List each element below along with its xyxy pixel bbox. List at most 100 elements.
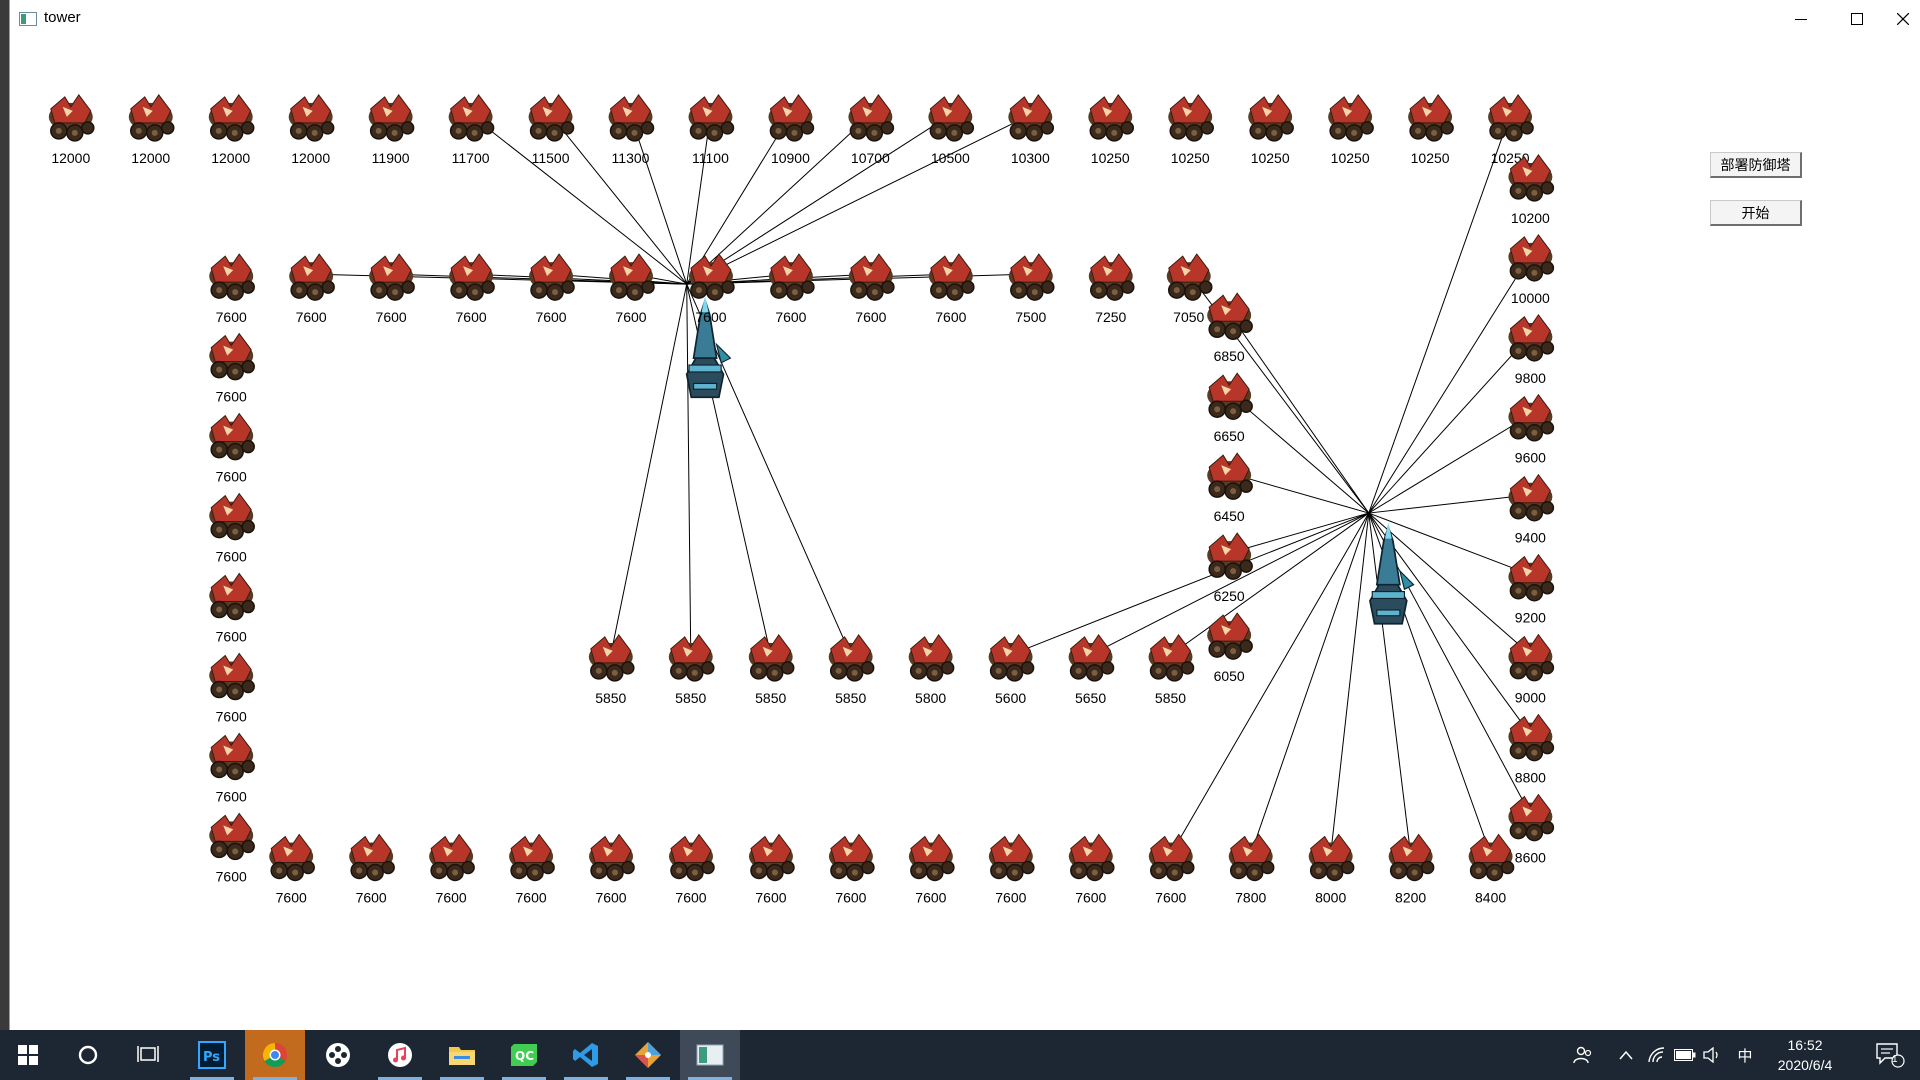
monster-hp-label: 10200 xyxy=(1511,210,1550,226)
monster: 7050 xyxy=(1166,253,1213,325)
attack-line xyxy=(1229,512,1369,554)
monster-hp-label: 9000 xyxy=(1515,690,1546,706)
monster-hp-label: 7600 xyxy=(595,889,626,905)
monster: 11500 xyxy=(527,94,575,166)
taskbar-app-vscode[interactable] xyxy=(556,1030,616,1080)
monster-hp-label: 11100 xyxy=(692,150,729,166)
taskbar-app-photoshop[interactable]: Ps xyxy=(182,1030,242,1080)
taskbar-app-tower[interactable] xyxy=(680,1030,740,1080)
start-button[interactable]: 开始 xyxy=(1710,200,1802,226)
attack-line xyxy=(550,114,688,285)
monster: 7600 xyxy=(768,253,815,325)
taskbar-app-media-player[interactable] xyxy=(308,1030,368,1080)
monster-hp-label: 11500 xyxy=(532,150,570,166)
monster-hp-label: 10250 xyxy=(1171,150,1210,166)
monster: 10250 xyxy=(1247,94,1294,166)
towers-layer xyxy=(685,295,1415,625)
monster-hp-label: 11300 xyxy=(612,150,650,166)
monster-hp-label: 7050 xyxy=(1173,309,1204,325)
monster: 10250 xyxy=(1087,94,1135,166)
attack-line xyxy=(1368,114,1511,514)
monster-hp-label: 7600 xyxy=(755,889,786,905)
monster: 7600 xyxy=(908,833,955,905)
monster: 9400 xyxy=(1507,473,1555,546)
monster-hp-label: 7600 xyxy=(915,889,946,905)
monster-hp-label: 5850 xyxy=(835,690,866,706)
monster: 7600 xyxy=(268,833,315,905)
monster-hp-label: 5850 xyxy=(595,690,626,706)
minimize-icon xyxy=(1795,19,1807,20)
start-menu-button[interactable] xyxy=(0,1030,55,1080)
monster: 7600 xyxy=(208,812,255,884)
tray-volume[interactable] xyxy=(1700,1030,1724,1080)
monster: 8800 xyxy=(1507,713,1555,786)
taskbar-app-qt-creator[interactable]: QC xyxy=(494,1030,554,1080)
deploy-tower-button[interactable]: 部署防御塔 xyxy=(1710,152,1802,178)
monster: 7600 xyxy=(608,253,655,325)
monster-hp-label: 12000 xyxy=(291,150,330,166)
tray-clock[interactable]: 16:52 2020/6/4 xyxy=(1760,1035,1850,1075)
monster: 10200 xyxy=(1507,154,1555,226)
monster-hp-label: 9400 xyxy=(1515,530,1546,546)
attack-line xyxy=(1368,494,1531,514)
monster-hp-label: 8800 xyxy=(1515,770,1546,786)
tray-network[interactable] xyxy=(1645,1030,1669,1080)
maximize-button[interactable] xyxy=(1829,0,1885,38)
monster: 10900 xyxy=(767,94,815,166)
app-window: tower 12000 12000 12000 12000 11900 1170… xyxy=(9,0,1920,1030)
monster-hp-label: 10250 xyxy=(1411,150,1450,166)
monster: 6850 xyxy=(1206,292,1253,364)
task-view-icon xyxy=(137,1046,159,1062)
taskbar-app-file-explorer[interactable] xyxy=(432,1030,492,1080)
monster: 6050 xyxy=(1206,612,1253,684)
monster: 7600 xyxy=(848,253,895,325)
monster: 5850 xyxy=(747,634,795,706)
monster: 7600 xyxy=(208,332,255,405)
taskbar: Ps QC 中 16:52 2020/6/4 1 xyxy=(0,1030,1920,1080)
monster: 10250 xyxy=(1167,94,1214,166)
monster: 5650 xyxy=(1067,634,1115,706)
taskbar-app-git-tool[interactable] xyxy=(618,1030,678,1080)
monster: 7600 xyxy=(428,833,475,905)
monster-hp-label: 5600 xyxy=(995,690,1026,706)
monster-hp-label: 8200 xyxy=(1395,889,1426,905)
task-view-button[interactable] xyxy=(118,1030,178,1080)
monster: 7600 xyxy=(828,833,875,905)
taskbar-app-chrome[interactable] xyxy=(245,1030,305,1080)
search-button[interactable] xyxy=(58,1030,118,1080)
monster-hp-label: 10250 xyxy=(1091,150,1130,166)
monster: 11100 xyxy=(687,94,735,166)
monster: 10500 xyxy=(927,94,975,166)
monster-hp-label: 7600 xyxy=(276,889,307,905)
tray-ime[interactable]: 中 xyxy=(1733,1030,1757,1080)
monster: 8000 xyxy=(1307,833,1355,905)
monster-hp-label: 7600 xyxy=(675,889,706,905)
monster-hp-label: 7600 xyxy=(695,309,726,325)
close-icon xyxy=(1897,13,1909,25)
monster: 12000 xyxy=(287,94,335,166)
close-button[interactable] xyxy=(1885,0,1920,38)
monster: 7500 xyxy=(1008,253,1055,325)
taskbar-app-itunes[interactable] xyxy=(370,1030,430,1080)
tray-people[interactable] xyxy=(1568,1030,1598,1080)
monster: 7600 xyxy=(208,253,255,325)
title-bar[interactable]: tower xyxy=(10,0,1920,38)
monster-hp-label: 7600 xyxy=(216,629,247,645)
attack-line xyxy=(470,114,688,285)
game-canvas[interactable]: 12000 12000 12000 12000 11900 11700 11500 11300… xyxy=(10,38,1920,1030)
monster-hp-label: 5850 xyxy=(1155,690,1186,706)
cortana-circle-icon xyxy=(78,1045,98,1065)
action-center-button[interactable]: 1 xyxy=(1860,1030,1920,1080)
monster-hp-label: 7600 xyxy=(516,889,547,905)
monster-hp-label: 8000 xyxy=(1315,889,1346,905)
attack-line xyxy=(1368,334,1531,514)
monster: 7600 xyxy=(1148,833,1195,905)
monster: 7600 xyxy=(1068,833,1115,905)
monster: 7600 xyxy=(668,833,715,905)
monster: 7600 xyxy=(208,652,255,724)
monster: 10250 xyxy=(1407,94,1454,166)
tray-battery[interactable] xyxy=(1672,1030,1698,1080)
attack-line xyxy=(1010,512,1369,656)
tray-show-hidden[interactable] xyxy=(1614,1030,1638,1080)
minimize-button[interactable] xyxy=(1773,0,1829,38)
